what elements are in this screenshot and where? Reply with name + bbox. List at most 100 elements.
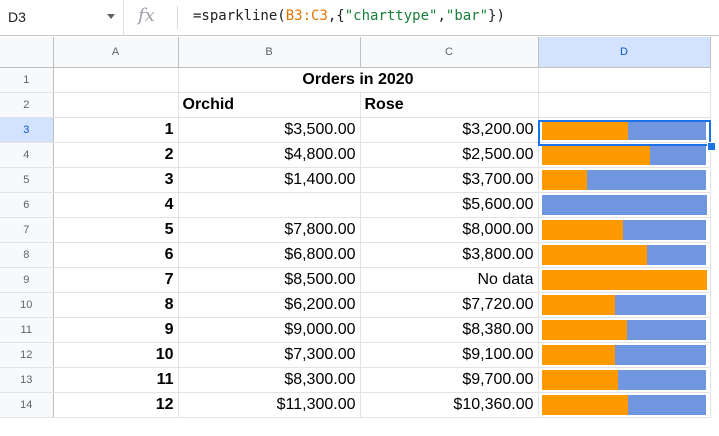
sheet-row-2: 2 Orchid Rose: [0, 92, 711, 118]
column-header-c[interactable]: C: [360, 37, 539, 68]
row-header[interactable]: 7: [0, 217, 54, 243]
sparkline-cell[interactable]: [538, 242, 711, 268]
rose-cell[interactable]: $9,700.00: [360, 367, 539, 393]
orchid-cell[interactable]: $6,800.00: [178, 242, 361, 268]
row-header[interactable]: 13: [0, 367, 54, 393]
row-header[interactable]: 5: [0, 167, 54, 193]
sparkline-cell[interactable]: [538, 317, 711, 343]
sparkline-orchid-segment: [541, 219, 623, 240]
orchid-cell[interactable]: [178, 192, 361, 218]
row-index-cell[interactable]: 3: [53, 167, 179, 193]
rose-cell[interactable]: $3,800.00: [360, 242, 539, 268]
sparkline-rose-segment: [617, 369, 707, 390]
orchid-cell[interactable]: $4,800.00: [178, 142, 361, 168]
sparkline-cell[interactable]: [538, 267, 711, 293]
sparkline-bar: [541, 244, 707, 265]
rose-cell[interactable]: $8,000.00: [360, 217, 539, 243]
orchid-cell[interactable]: $6,200.00: [178, 292, 361, 318]
sparkline-cell[interactable]: [538, 367, 711, 393]
cell[interactable]: [53, 92, 179, 118]
formula-input[interactable]: =sparkline(B3:C3,{"charttype","bar"}): [193, 8, 505, 24]
row-index-cell[interactable]: 10: [53, 342, 179, 368]
formula-divider: [177, 6, 178, 29]
row-header[interactable]: 3: [0, 117, 54, 143]
row-header[interactable]: 1: [0, 67, 54, 93]
row-index-cell[interactable]: 9: [53, 317, 179, 343]
row-header[interactable]: 8: [0, 242, 54, 268]
row-header[interactable]: 14: [0, 392, 54, 418]
table-row: 5 3 $1,400.00 $3,700.00: [0, 167, 711, 193]
rose-cell[interactable]: $8,380.00: [360, 317, 539, 343]
cell[interactable]: [538, 92, 711, 118]
select-all-corner[interactable]: [0, 37, 54, 68]
rose-cell[interactable]: $9,100.00: [360, 342, 539, 368]
row-index-cell[interactable]: 8: [53, 292, 179, 318]
sparkline-rose-segment: [541, 194, 707, 215]
row-header[interactable]: 9: [0, 267, 54, 293]
row-index-cell[interactable]: 1: [53, 117, 179, 143]
orchid-cell[interactable]: $3,500.00: [178, 117, 361, 143]
row-index-cell[interactable]: 4: [53, 192, 179, 218]
header-orchid[interactable]: Orchid: [178, 92, 361, 118]
column-header-d[interactable]: D: [538, 37, 711, 68]
rose-cell[interactable]: $10,360.00: [360, 392, 539, 418]
row-index-cell[interactable]: 11: [53, 367, 179, 393]
orchid-cell[interactable]: $11,300.00: [178, 392, 361, 418]
sparkline-bar: [541, 269, 707, 290]
orchid-cell[interactable]: $7,300.00: [178, 342, 361, 368]
rose-cell[interactable]: $5,600.00: [360, 192, 539, 218]
row-header[interactable]: 11: [0, 317, 54, 343]
sparkline-cell[interactable]: [538, 292, 711, 318]
rose-cell[interactable]: No data: [360, 267, 539, 293]
row-header[interactable]: 6: [0, 192, 54, 218]
table-row: 9 7 $8,500.00 No data: [0, 267, 711, 293]
sparkline-orchid-segment: [541, 269, 707, 290]
column-header-row: A B C D: [0, 37, 711, 68]
formula-bar: D3 fx =sparkline(B3:C3,{"charttype","bar…: [0, 0, 719, 36]
orchid-cell[interactable]: $8,300.00: [178, 367, 361, 393]
row-index-cell[interactable]: 12: [53, 392, 179, 418]
row-index-cell[interactable]: 5: [53, 217, 179, 243]
sparkline-cell[interactable]: [538, 217, 711, 243]
sparkline-cell[interactable]: [538, 167, 711, 193]
sparkline-orchid-segment: [541, 369, 618, 390]
column-header-a[interactable]: A: [53, 37, 179, 68]
orchid-cell[interactable]: $1,400.00: [178, 167, 361, 193]
header-rose[interactable]: Rose: [360, 92, 539, 118]
sparkline-rose-segment: [649, 144, 707, 165]
sparkline-rose-segment: [614, 344, 707, 365]
table-row: 12 10 $7,300.00 $9,100.00: [0, 342, 711, 368]
column-header-b[interactable]: B: [178, 37, 361, 68]
cell[interactable]: [53, 67, 179, 93]
sparkline-bar: [541, 344, 707, 365]
title-cell[interactable]: Orders in 2020: [178, 67, 539, 93]
fx-icon: fx: [138, 5, 155, 26]
row-header[interactable]: 12: [0, 342, 54, 368]
sparkline-orchid-segment: [541, 394, 628, 415]
sparkline-rose-segment: [647, 244, 707, 265]
rose-cell[interactable]: $2,500.00: [360, 142, 539, 168]
sparkline-orchid-segment: [541, 294, 615, 315]
rose-cell[interactable]: $7,720.00: [360, 292, 539, 318]
sparkline-cell[interactable]: [538, 192, 711, 218]
sparkline-bar: [541, 219, 707, 240]
fill-handle[interactable]: [707, 142, 716, 151]
rose-cell[interactable]: $3,700.00: [360, 167, 539, 193]
sparkline-cell[interactable]: [538, 392, 711, 418]
chevron-down-icon[interactable]: [107, 14, 115, 19]
sparkline-cell[interactable]: [538, 342, 711, 368]
sparkline-bar: [541, 369, 707, 390]
row-header[interactable]: 2: [0, 92, 54, 118]
orchid-cell[interactable]: $9,000.00: [178, 317, 361, 343]
cell[interactable]: [538, 67, 711, 93]
row-index-cell[interactable]: 6: [53, 242, 179, 268]
rose-cell[interactable]: $3,200.00: [360, 117, 539, 143]
orchid-cell[interactable]: $8,500.00: [178, 267, 361, 293]
name-box[interactable]: D3: [0, 0, 124, 35]
orchid-cell[interactable]: $7,800.00: [178, 217, 361, 243]
table-row: 6 4 $5,600.00: [0, 192, 711, 218]
row-header[interactable]: 4: [0, 142, 54, 168]
row-header[interactable]: 10: [0, 292, 54, 318]
row-index-cell[interactable]: 2: [53, 142, 179, 168]
row-index-cell[interactable]: 7: [53, 267, 179, 293]
